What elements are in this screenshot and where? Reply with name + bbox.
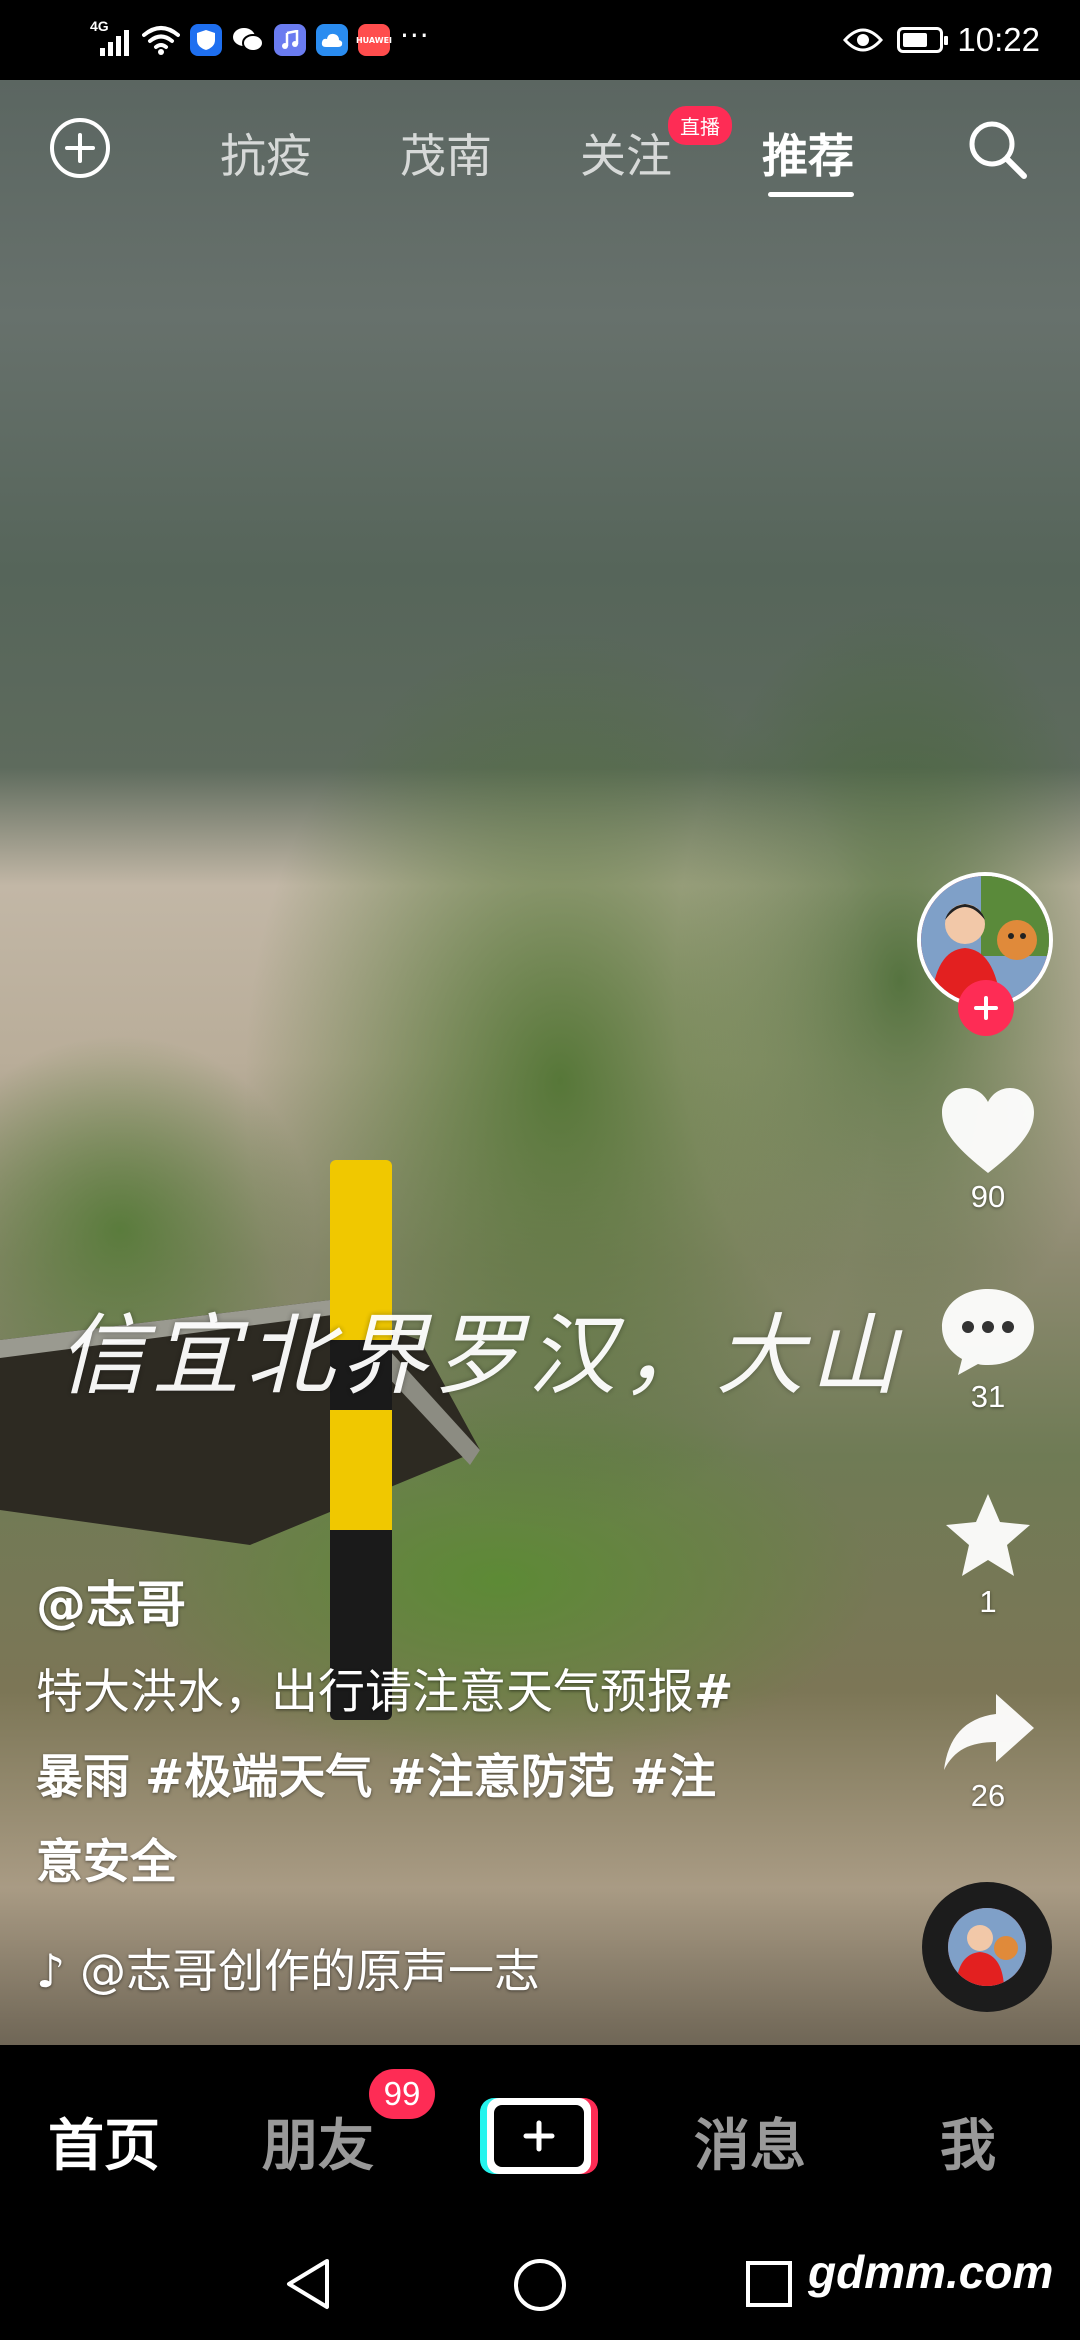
- plus-icon: [523, 2120, 555, 2152]
- back-triangle-icon[interactable]: [283, 2257, 333, 2311]
- like-count: 90: [970, 1179, 1006, 1214]
- wechat-icon: [232, 24, 264, 56]
- music-info[interactable]: ♪ @志哥创作的原声一志: [36, 1935, 576, 2001]
- system-nav-bar: gdmm.com: [0, 2225, 1080, 2340]
- video-overlay-text: 信宜北界罗汉，大山: [58, 1304, 905, 1407]
- home-circle-icon[interactable]: [512, 2257, 568, 2313]
- eye-comfort-icon: [843, 28, 884, 52]
- bottom-nav: 首页 朋友 99 消息 我: [0, 2045, 1080, 2225]
- nav-messages[interactable]: 消息: [694, 2101, 806, 2182]
- nav-me[interactable]: 我: [940, 2101, 996, 2182]
- favorite-count: 1: [979, 1584, 997, 1619]
- status-right: 10:22: [843, 18, 1040, 62]
- more-notifications-icon: ···: [400, 18, 430, 52]
- top-nav: 抗疫 茂南 关注 直播 推荐: [0, 80, 1080, 220]
- add-circle-icon[interactable]: [48, 116, 112, 180]
- music-disc[interactable]: [922, 1882, 1052, 2012]
- shield-icon: [190, 24, 222, 56]
- star-icon: [946, 1494, 1030, 1576]
- comment-button[interactable]: 31: [930, 1285, 1046, 1415]
- cellular-signal-icon: 4G: [90, 18, 132, 58]
- nav-home[interactable]: 首页: [48, 2101, 160, 2182]
- comment-bubble-icon: [942, 1289, 1034, 1375]
- huawei-app-icon: HUAWEI: [356, 24, 392, 56]
- watermark: gdmm.com: [808, 2246, 1054, 2298]
- hashtag-zhuyi-fangfan[interactable]: #注意防范: [387, 1750, 614, 1805]
- active-tab-indicator: [768, 192, 854, 197]
- tab-maonan[interactable]: 茂南: [400, 120, 492, 186]
- comment-count: 31: [970, 1379, 1006, 1414]
- search-icon[interactable]: [962, 114, 1032, 184]
- tab-recommended[interactable]: 推荐: [762, 120, 854, 186]
- status-left: 4G HUAWEI ···: [90, 18, 430, 62]
- wifi-icon: [142, 26, 180, 55]
- follow-button[interactable]: [958, 980, 1014, 1036]
- friends-badge: 99: [369, 2069, 435, 2119]
- video-description: 特大洪水，出行请注意天气预报#暴雨 #极端天气 #注意防范 #注意安全: [36, 1650, 756, 1905]
- favorite-button[interactable]: 1: [930, 1490, 1046, 1620]
- description-text: 特大洪水，出行请注意天气预报: [36, 1665, 694, 1720]
- create-button[interactable]: [480, 2098, 598, 2174]
- clock: 10:22: [957, 21, 1040, 58]
- status-bar: 4G HUAWEI ··· 10:22: [0, 0, 1080, 80]
- recents-square-icon[interactable]: [744, 2259, 794, 2309]
- plus-icon: [974, 996, 998, 1020]
- share-button[interactable]: 26: [930, 1690, 1046, 1814]
- road-marker-post: [330, 1160, 392, 1720]
- hashtag-zhuyi-anquan[interactable]: #注意安全: [36, 1750, 716, 1890]
- author-name[interactable]: @志哥: [36, 1565, 186, 1637]
- heart-icon: [942, 1088, 1034, 1173]
- music-note-icon: ♪: [36, 1944, 66, 1998]
- like-button[interactable]: 90: [930, 1085, 1046, 1215]
- share-count: 26: [970, 1778, 1006, 1813]
- music-title: @志哥创作的原声一志: [79, 1944, 540, 1998]
- live-badge: 直播: [668, 106, 732, 145]
- share-arrow-icon: [944, 1694, 1034, 1770]
- music-cover-image: [948, 1908, 1026, 1986]
- hashtag-jiduan-tianqi[interactable]: #极端天气: [145, 1750, 372, 1805]
- music-app-icon: [274, 24, 306, 56]
- battery-icon: [897, 27, 949, 53]
- cloud-app-icon: [316, 24, 348, 56]
- tab-kangyi[interactable]: 抗疫: [220, 120, 312, 186]
- tab-following[interactable]: 关注: [580, 120, 672, 186]
- nav-friends[interactable]: 朋友: [262, 2101, 374, 2182]
